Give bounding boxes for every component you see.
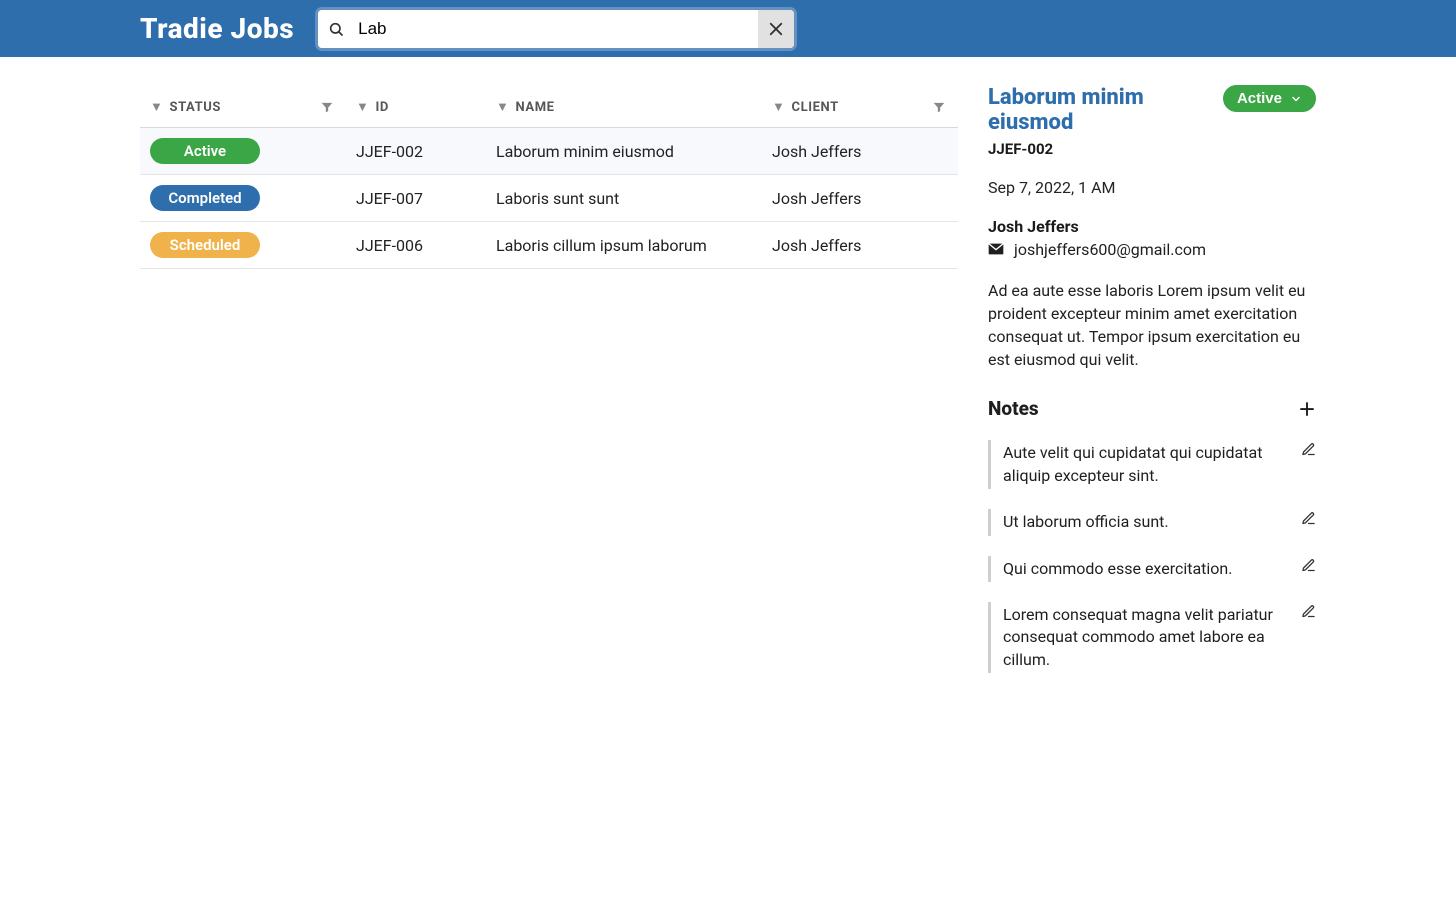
table-row[interactable]: Active JJEF-002Laborum minim eiusmodJosh … xyxy=(140,128,958,175)
detail-client: Josh Jeffers xyxy=(988,217,1316,236)
jobs-table: ▼ STATUS ▼ ID xyxy=(140,85,958,269)
edit-note-button[interactable] xyxy=(1301,558,1316,573)
table-header-row: ▼ STATUS ▼ ID xyxy=(140,85,958,128)
edit-note-button[interactable] xyxy=(1301,604,1316,619)
detail-id: JJEF-002 xyxy=(988,140,1211,158)
col-header-label: STATUS xyxy=(169,100,221,115)
clear-search-button[interactable] xyxy=(758,10,794,48)
status-dropdown-button[interactable]: Active xyxy=(1223,85,1316,112)
col-header-label: ID xyxy=(375,100,388,115)
col-filter-status[interactable] xyxy=(310,85,346,128)
col-header-label: CLIENT xyxy=(791,100,838,115)
client-cell: Josh Jeffers xyxy=(762,175,958,222)
note-item: Aute velit qui cupidatat qui cupidatat a… xyxy=(988,440,1316,489)
id-cell: JJEF-002 xyxy=(346,128,486,175)
status-badge: Active xyxy=(150,138,260,164)
app-title: Tradie Jobs xyxy=(140,12,294,45)
table-row[interactable]: Scheduled JJEF-006Laboris cillum ipsum la… xyxy=(140,222,958,269)
search-icon xyxy=(318,21,354,37)
status-badge: Completed xyxy=(150,185,260,211)
detail-date: Sep 7, 2022, 1 AM xyxy=(988,178,1316,197)
close-icon xyxy=(767,20,785,38)
sort-icon: ▼ xyxy=(772,99,785,115)
status-badge: Scheduled xyxy=(150,232,260,258)
col-header-id[interactable]: ▼ ID xyxy=(346,85,486,128)
note-text: Lorem consequat magna velit pariatur con… xyxy=(1003,604,1289,671)
name-cell: Laboris cillum ipsum laborum xyxy=(486,222,762,269)
detail-header: Laborum minim eiusmod JJEF-002 Active xyxy=(988,85,1316,158)
jobs-table-panel: ▼ STATUS ▼ ID xyxy=(140,85,958,673)
note-item: Qui commodo esse exercitation. xyxy=(988,556,1316,582)
notes-header: Notes xyxy=(988,397,1316,420)
status-cell: Scheduled xyxy=(140,222,346,269)
sort-desc-icon: ▼ xyxy=(150,99,163,115)
filter-icon xyxy=(320,100,336,114)
detail-title: Laborum minim eiusmod xyxy=(988,85,1211,136)
sort-icon: ▼ xyxy=(356,99,369,115)
name-cell: Laboris sunt sunt xyxy=(486,175,762,222)
mail-icon xyxy=(988,243,1004,255)
note-text: Qui commodo esse exercitation. xyxy=(1003,558,1289,580)
main-content: ▼ STATUS ▼ ID xyxy=(0,57,1456,673)
col-header-status[interactable]: ▼ STATUS xyxy=(140,85,310,128)
note-item: Lorem consequat magna velit pariatur con… xyxy=(988,602,1316,673)
col-header-name[interactable]: ▼ NAME xyxy=(486,85,762,128)
col-filter-client[interactable] xyxy=(922,85,958,128)
detail-email-link[interactable]: joshjeffers600@gmail.com xyxy=(988,240,1316,259)
plus-icon xyxy=(1298,400,1316,418)
note-text: Ut laborum officia sunt. xyxy=(1003,511,1289,533)
edit-icon xyxy=(1301,511,1316,526)
detail-description: Ad ea aute esse laboris Lorem ipsum veli… xyxy=(988,279,1316,372)
add-note-button[interactable] xyxy=(1298,400,1316,418)
status-dropdown-label: Active xyxy=(1237,90,1282,107)
search-input[interactable] xyxy=(354,10,758,48)
job-detail-panel: Laborum minim eiusmod JJEF-002 Active Se… xyxy=(988,85,1316,673)
edit-icon xyxy=(1301,558,1316,573)
search-field-wrapper xyxy=(318,10,794,48)
note-text: Aute velit qui cupidatat qui cupidatat a… xyxy=(1003,442,1289,487)
table-row[interactable]: Completed JJEF-007Laboris sunt suntJosh J… xyxy=(140,175,958,222)
edit-icon xyxy=(1301,604,1316,619)
name-cell: Laborum minim eiusmod xyxy=(486,128,762,175)
edit-icon xyxy=(1301,442,1316,457)
status-cell: Completed xyxy=(140,175,346,222)
detail-heading-block: Laborum minim eiusmod JJEF-002 xyxy=(988,85,1211,158)
col-header-client[interactable]: ▼ CLIENT xyxy=(762,85,922,128)
note-item: Ut laborum officia sunt. xyxy=(988,509,1316,535)
status-cell: Active xyxy=(140,128,346,175)
notes-heading: Notes xyxy=(988,397,1039,420)
detail-email-text: joshjeffers600@gmail.com xyxy=(1014,240,1206,259)
chevron-down-icon xyxy=(1290,93,1302,105)
id-cell: JJEF-007 xyxy=(346,175,486,222)
filter-icon xyxy=(932,100,948,114)
id-cell: JJEF-006 xyxy=(346,222,486,269)
app-header: Tradie Jobs xyxy=(0,0,1456,57)
client-cell: Josh Jeffers xyxy=(762,222,958,269)
edit-note-button[interactable] xyxy=(1301,442,1316,457)
notes-list: Aute velit qui cupidatat qui cupidatat a… xyxy=(988,440,1316,673)
col-header-label: NAME xyxy=(515,100,554,115)
edit-note-button[interactable] xyxy=(1301,511,1316,526)
sort-icon: ▼ xyxy=(496,99,509,115)
client-cell: Josh Jeffers xyxy=(762,128,958,175)
